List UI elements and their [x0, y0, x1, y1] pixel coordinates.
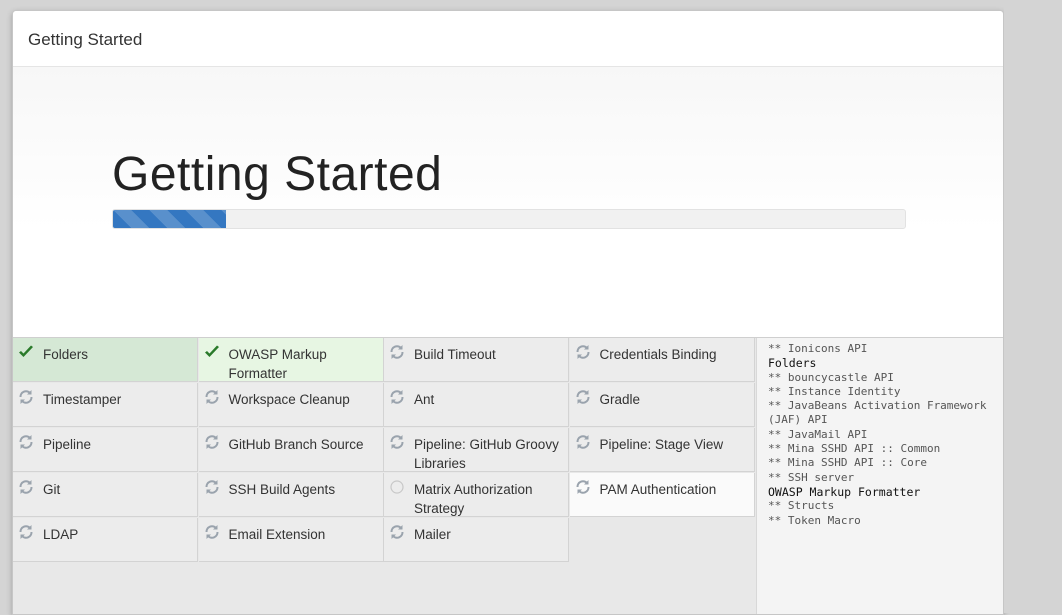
- plugin-label: Pipeline: GitHub Groovy Libraries: [414, 437, 559, 471]
- plugin-git: Git: [13, 473, 198, 517]
- log-line: ** bouncycastle API: [768, 370, 894, 384]
- refresh-spinner-icon: [203, 433, 221, 451]
- refresh-spinner-icon: [388, 433, 406, 451]
- hero-panel: Getting Started: [13, 67, 1003, 338]
- plugin-pipeline: Pipeline: [13, 428, 198, 472]
- refresh-spinner-icon: [388, 523, 406, 541]
- log-line: ** Token Macro: [768, 513, 861, 527]
- log-line: ** Ionicons API: [768, 342, 868, 355]
- log-line: ** Instance Identity: [768, 384, 901, 398]
- refresh-spinner-icon: [17, 388, 35, 406]
- log-line: ** SSH server: [768, 470, 855, 484]
- plugin-label: OWASP Markup Formatter: [228, 347, 327, 381]
- plugin-timestamper: Timestamper: [13, 383, 198, 427]
- refresh-spinner-icon: [17, 433, 35, 451]
- plugin-owasp-markup-formatter: OWASP Markup Formatter: [198, 338, 384, 382]
- log-line: ** JavaMail API: [768, 427, 868, 441]
- plugin-label: LDAP: [43, 527, 79, 542]
- refresh-spinner-icon: [203, 388, 221, 406]
- plugin-gradle: Gradle: [569, 383, 755, 427]
- hero-title: Getting Started: [112, 148, 443, 201]
- plugin-pipeline-stage-view: Pipeline: Stage View: [569, 428, 755, 472]
- plugin-credentials-binding: Credentials Binding: [569, 338, 755, 382]
- page-background: [1004, 0, 1062, 613]
- refresh-spinner-icon: [17, 478, 35, 496]
- refresh-spinner-icon: [574, 388, 592, 406]
- plugin-matrix-authorization-strategy: Matrix Authorization Strategy: [384, 473, 569, 517]
- plugin-email-extension: Email Extension: [198, 518, 384, 562]
- install-progress-bar: [112, 209, 906, 229]
- plugin-label: Pipeline: [43, 437, 92, 452]
- plugin-pam-authentication: PAM Authentication: [569, 473, 755, 517]
- pending-circle-icon: [388, 478, 406, 496]
- refresh-spinner-icon: [203, 523, 221, 541]
- plugin-build-timeout: Build Timeout: [384, 338, 569, 382]
- plugin-folders: Folders: [13, 338, 198, 382]
- plugin-label: PAM Authentication: [599, 482, 717, 497]
- plugin-ant: Ant: [384, 383, 569, 427]
- plugin-label: Folders: [43, 347, 89, 362]
- plugin-pipeline-github-groovy-libraries: Pipeline: GitHub Groovy Libraries: [384, 428, 569, 472]
- plugin-label: Gradle: [599, 392, 641, 407]
- plugin-label: Git: [43, 482, 61, 497]
- plugin-mailer: Mailer: [384, 518, 569, 562]
- install-log: ** Ionicons API Folders ** bouncycastle AP…: [756, 338, 1003, 614]
- log-line: ** JavaBeans Activation Framework (JAF) …: [768, 399, 994, 427]
- log-line: OWASP Markup Formatter: [768, 484, 921, 499]
- plugin-ssh-build-agents: SSH Build Agents: [198, 473, 384, 517]
- refresh-spinner-icon: [574, 433, 592, 451]
- log-line: ** Structs: [768, 499, 835, 513]
- plugin-label: Email Extension: [228, 527, 326, 542]
- checkmark-icon: [17, 343, 35, 361]
- plugin-workspace-cleanup: Workspace Cleanup: [198, 383, 384, 427]
- refresh-spinner-icon: [388, 388, 406, 406]
- plugin-label: Mailer: [414, 527, 451, 542]
- log-line: ** Mina SSHD API :: Common: [768, 442, 941, 456]
- plugin-label: Timestamper: [43, 392, 122, 407]
- plugin-label: GitHub Branch Source: [228, 437, 364, 452]
- plugin-label: Pipeline: Stage View: [599, 437, 724, 452]
- plugin-label: Credentials Binding: [599, 347, 717, 362]
- plugin-ldap: LDAP: [13, 518, 198, 562]
- plugin-label: Ant: [414, 392, 435, 407]
- log-line: ** Mina SSHD API :: Core: [768, 456, 927, 470]
- plugin-label: SSH Build Agents: [228, 482, 336, 497]
- plugin-label: Workspace Cleanup: [228, 392, 350, 407]
- dialog-header: Getting Started: [13, 11, 1003, 67]
- progress-fill: [113, 210, 227, 228]
- log-line: Folders: [768, 356, 817, 371]
- plugin-label: Matrix Authorization Strategy: [414, 482, 533, 516]
- dialog-title: Getting Started: [28, 30, 143, 49]
- getting-started-dialog: Getting Started Getting Started Folders O…: [12, 10, 1004, 615]
- refresh-spinner-icon: [17, 523, 35, 541]
- refresh-spinner-icon: [574, 478, 592, 496]
- plugin-github-branch-source: GitHub Branch Source: [198, 428, 384, 472]
- checkmark-icon: [203, 343, 221, 361]
- plugin-label: Build Timeout: [414, 347, 496, 362]
- refresh-spinner-icon: [388, 343, 406, 361]
- refresh-spinner-icon: [574, 343, 592, 361]
- refresh-spinner-icon: [203, 478, 221, 496]
